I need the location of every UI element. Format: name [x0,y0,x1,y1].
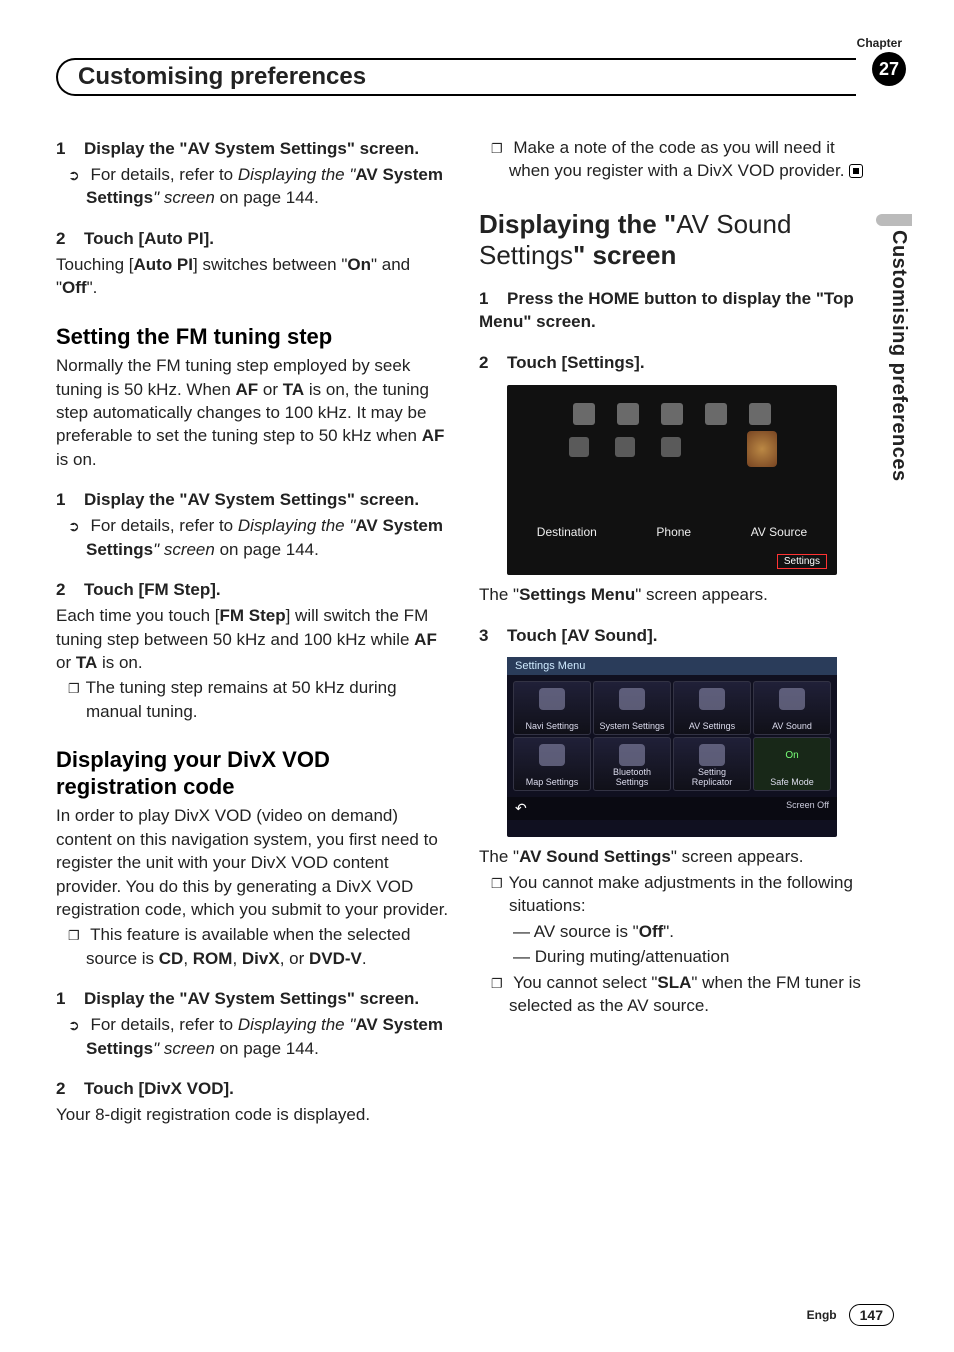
chapter-label: Chapter [857,36,902,50]
step-heading: 2Touch [Settings]. [479,352,874,375]
av-settings-tile: AV Settings [673,681,751,735]
section-heading: Setting the FM tuning step [56,324,451,350]
navi-settings-tile: Navi Settings [513,681,591,735]
av-sound-tile: AV Sound [753,681,831,735]
step-heading: 1Display the "AV System Settings" screen… [56,489,451,512]
end-icon [849,164,863,178]
step-heading: 2Touch [Auto PI]. [56,228,451,251]
system-settings-tile: System Settings [593,681,671,735]
body-text: Each time you touch [FM Step] will switc… [56,604,451,674]
body-text: Your 8-digit registration code is displa… [56,1103,451,1126]
step-title: Touch [AV Sound]. [507,626,657,645]
note-item: Make a note of the code as you will need… [509,136,874,183]
body-text: Normally the FM tuning step employed by … [56,354,451,471]
back-icon: ↶ [515,800,527,817]
page-number: 147 [849,1304,894,1326]
step-number: 2 [479,352,507,375]
page-title: Customising preferences [78,63,366,91]
step-title: Display the "AV System Settings" screen. [84,139,419,158]
note-item: You cannot make adjustments in the follo… [509,871,874,918]
step-heading: 2Touch [FM Step]. [56,579,451,602]
safe-mode-tile: Safe Mode [753,737,831,791]
body-text: In order to play DivX VOD (video on dema… [56,804,451,921]
step-title: Display the "AV System Settings" screen. [84,490,419,509]
screen-off-label: Screen Off [786,800,829,817]
step-number: 3 [479,625,507,648]
label-destination: Destination [537,525,597,539]
page-footer: Engb 147 [807,1304,894,1326]
step-number: 1 [56,138,84,161]
step-title: Touch [DivX VOD]. [84,1079,234,1098]
step-heading: 1Press the HOME button to display the "T… [479,288,874,334]
section-heading: Displaying your DivX VOD registration co… [56,747,451,800]
step-heading: 2Touch [DivX VOD]. [56,1078,451,1101]
sub-item: — AV source is "Off". [535,920,874,943]
note-item: You cannot select "SLA" when the FM tune… [509,971,874,1018]
body-text: The "Settings Menu" screen appears. [479,583,874,606]
step-title: Touch [Settings]. [507,353,645,372]
body-text: Touching [Auto PI] switches between "On"… [56,253,451,300]
screenshot-top-menu: Destination Phone AV Source Settings [507,385,837,575]
screenshot-title: Settings Menu [507,657,837,675]
bluetooth-settings-tile: Bluetooth Settings [593,737,671,791]
step-number: 2 [56,228,84,251]
right-column: Make a note of the code as you will need… [479,134,874,1127]
label-phone: Phone [656,525,691,539]
step-title: Press the HOME button to display the "To… [479,289,854,331]
step-number: 2 [56,579,84,602]
step-number: 1 [56,988,84,1011]
screenshot-settings-menu: Settings Menu Navi Settings System Setti… [507,657,837,837]
side-marker [876,214,912,226]
music-note-icon [747,431,777,467]
cross-reference: For details, refer to Displaying the "AV… [86,1013,451,1060]
cross-reference: For details, refer to Displaying the "AV… [86,163,451,210]
step-heading: 1Display the "AV System Settings" screen… [56,988,451,1011]
step-title: Touch [Auto PI]. [84,229,214,248]
body-text: The "AV Sound Settings" screen appears. [479,845,874,868]
note-item: This feature is available when the selec… [86,923,451,970]
step-title: Touch [FM Step]. [84,580,221,599]
sub-item: — During muting/attenuation [535,945,874,968]
step-heading: 3Touch [AV Sound]. [479,625,874,648]
main-heading: Displaying the "AV Sound Settings" scree… [479,209,874,270]
page-title-bar: Customising preferences [56,58,856,96]
map-settings-tile: Map Settings [513,737,591,791]
chapter-number-badge: 27 [872,52,906,86]
note-item: The tuning step remains at 50 kHz during… [86,676,451,723]
step-title: Display the "AV System Settings" screen. [84,989,419,1008]
setting-replicator-tile: Setting Replicator [673,737,751,791]
step-heading: 1Display the "AV System Settings" screen… [56,138,451,161]
step-number: 2 [56,1078,84,1101]
settings-button-highlight: Settings [777,554,827,569]
label-av-source: AV Source [751,525,807,539]
step-number: 1 [56,489,84,512]
language-code: Engb [807,1308,837,1322]
cross-reference: For details, refer to Displaying the "AV… [86,514,451,561]
side-tab-label: Customising preferences [887,230,910,482]
step-number: 1 [479,288,507,311]
left-column: 1Display the "AV System Settings" screen… [56,134,451,1127]
